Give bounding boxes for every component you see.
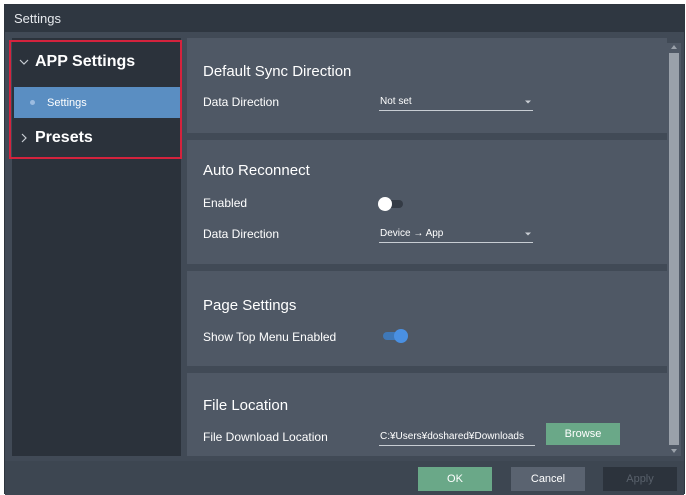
auto-reconnect-toggle[interactable] [378, 197, 404, 211]
reconnect-direction-select[interactable]: Device → App [379, 225, 533, 243]
sidebar-group-presets[interactable]: Presets [19, 129, 93, 147]
scroll-up-arrow-icon[interactable] [670, 44, 678, 50]
panel-auto-reconnect: Auto Reconnect Enabled Data Direction De… [187, 140, 667, 264]
panel-page-settings: Page Settings Show Top Menu Enabled [187, 271, 667, 366]
scrollbar-thumb[interactable] [669, 53, 679, 445]
sync-direction-select[interactable]: Not set [379, 93, 533, 111]
bullet-icon [30, 100, 35, 105]
download-location-value: C:¥Users¥doshared¥Downloads [380, 431, 524, 442]
sidebar-group-app-settings[interactable]: APP Settings [19, 53, 135, 71]
sidebar-group-label: Presets [35, 129, 93, 146]
file-download-location-label: File Download Location [203, 430, 328, 444]
caret-down-icon [525, 100, 531, 103]
select-value: Not set [380, 96, 412, 107]
settings-content: Default Sync Direction Data Direction No… [183, 38, 673, 456]
settings-window: Settings APP Settings Settings Presets D… [4, 4, 685, 495]
sidebar-item-label: Settings [47, 96, 87, 109]
toggle-knob [394, 329, 408, 343]
chevron-right-icon [21, 133, 27, 143]
window-titlebar: Settings [5, 5, 684, 32]
apply-button[interactable]: Apply [603, 467, 677, 491]
show-top-menu-label: Show Top Menu Enabled [203, 330, 337, 344]
cancel-button[interactable]: Cancel [511, 467, 585, 491]
sidebar-item-settings[interactable]: Settings [14, 87, 181, 118]
scroll-down-arrow-icon[interactable] [670, 448, 678, 454]
select-value: Device → App [380, 228, 444, 239]
panel-default-sync-direction: Default Sync Direction Data Direction No… [187, 38, 667, 133]
toggle-knob [378, 197, 392, 211]
panel-title: Auto Reconnect [203, 162, 310, 179]
data-direction-label: Data Direction [203, 95, 280, 109]
download-location-input[interactable]: C:¥Users¥doshared¥Downloads [379, 428, 535, 446]
browse-button[interactable]: Browse [546, 423, 620, 445]
panel-title: File Location [203, 397, 289, 414]
window-title: Settings [14, 11, 61, 26]
panel-title: Default Sync Direction [203, 63, 352, 80]
data-direction-label: Data Direction [203, 227, 280, 241]
ok-button[interactable]: OK [418, 467, 492, 491]
show-top-menu-toggle[interactable] [383, 329, 409, 343]
content-scrollbar[interactable] [667, 43, 681, 456]
enabled-label: Enabled [203, 196, 248, 210]
dialog-footer: OK Cancel Apply [5, 461, 684, 495]
chevron-down-icon [19, 59, 29, 65]
sidebar-group-label: APP Settings [35, 53, 136, 70]
caret-down-icon [525, 232, 531, 235]
panel-file-location: File Location File Download Location C:¥… [187, 373, 667, 456]
panel-title: Page Settings [203, 297, 297, 314]
